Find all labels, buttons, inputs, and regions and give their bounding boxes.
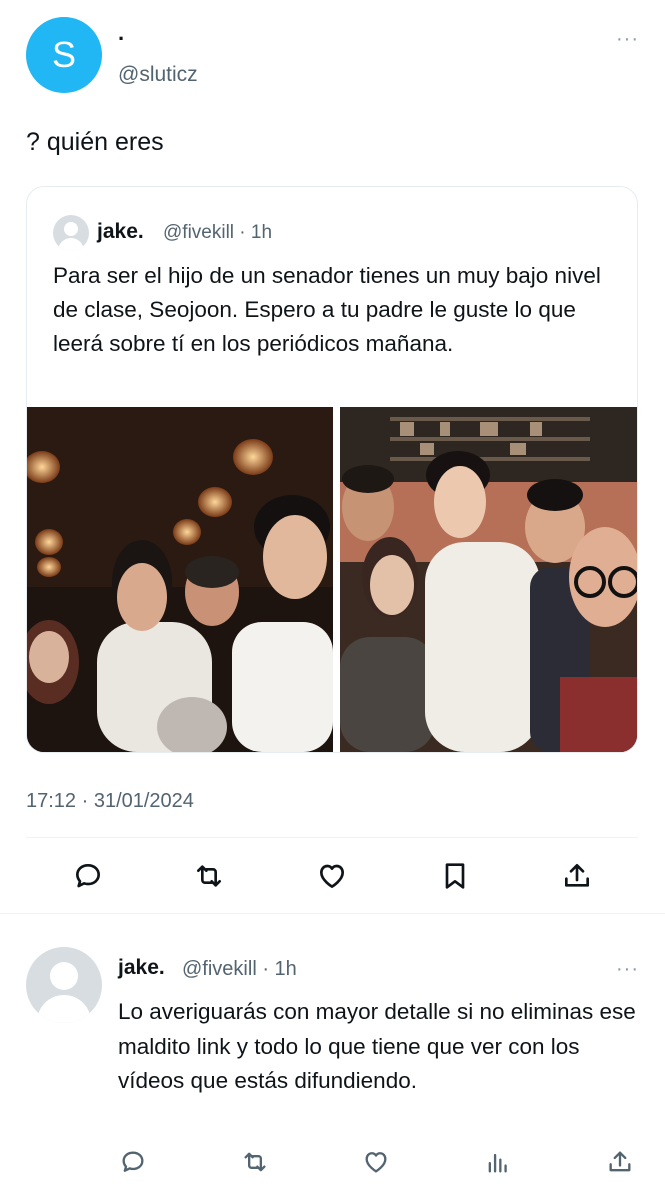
share-icon[interactable]	[600, 1142, 640, 1182]
avatar[interactable]: S	[26, 17, 102, 93]
more-options-icon[interactable]: ···	[616, 958, 639, 981]
tweet-text: ? quién eres	[26, 128, 164, 156]
divider	[26, 837, 638, 838]
quoted-photo-1[interactable]	[27, 407, 333, 752]
quoted-display-name: jake.	[97, 220, 144, 243]
display-name[interactable]: ·	[118, 26, 125, 52]
share-icon[interactable]	[557, 856, 597, 896]
views-icon[interactable]	[478, 1142, 518, 1182]
reply-icon[interactable]	[68, 856, 108, 896]
quoted-handle: @fivekill · 1h	[163, 222, 273, 243]
photo-1-image	[27, 407, 333, 752]
bookmark-icon[interactable]	[435, 856, 475, 896]
avatar[interactable]	[53, 215, 89, 251]
divider	[0, 913, 665, 914]
quoted-tweet[interactable]: jake. @fivekill · 1h Para ser el hijo de…	[26, 186, 638, 753]
reply-handle[interactable]: @fivekill · 1h	[182, 958, 297, 981]
retweet-icon[interactable]	[235, 1142, 275, 1182]
like-icon[interactable]	[356, 1142, 396, 1182]
reply-display-name[interactable]: jake.	[118, 956, 165, 980]
tweet-timestamp[interactable]: 17:12 · 31/01/2024	[26, 790, 194, 813]
reply-text: Lo averiguarás con mayor detalle si no e…	[118, 999, 636, 1093]
quoted-text: Para ser el hijo de un senador tienes un…	[53, 263, 601, 356]
reply-icon[interactable]	[113, 1142, 153, 1182]
quoted-photo-2[interactable]	[340, 407, 637, 752]
more-options-icon[interactable]: ···	[616, 28, 639, 51]
user-handle[interactable]: @sluticz	[118, 63, 198, 87]
retweet-icon[interactable]	[189, 856, 229, 896]
avatar[interactable]	[26, 947, 102, 1023]
like-icon[interactable]	[312, 856, 352, 896]
photo-2-image	[340, 407, 637, 752]
